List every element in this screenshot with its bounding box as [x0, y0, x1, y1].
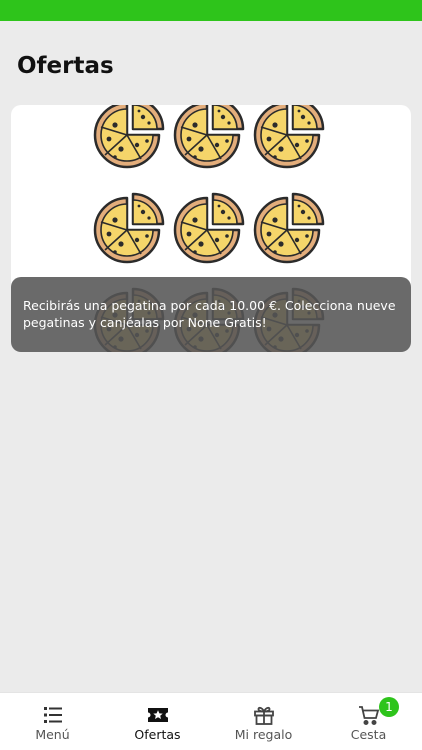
ticket-star-icon: [147, 708, 168, 722]
pizza-icon: [173, 192, 245, 264]
status-bar: [0, 0, 422, 21]
pizza-icon: [253, 105, 325, 169]
tab-label: Cesta: [350, 727, 387, 742]
tab-gift[interactable]: Mi regalo: [211, 693, 316, 750]
cart-count-badge: 1: [379, 697, 399, 717]
tab-label: Menú: [35, 727, 70, 742]
gift-icon: [253, 706, 274, 725]
tab-label: Mi regalo: [234, 727, 293, 742]
tab-cart[interactable]: 1 Cesta: [316, 693, 421, 750]
page-title: Ofertas: [17, 53, 114, 79]
offer-message-overlay: Recibirás una pegatina por cada 10.00 €.…: [11, 277, 411, 352]
tab-offers[interactable]: Ofertas: [105, 693, 210, 750]
list-icon: [43, 707, 62, 723]
tab-label: Ofertas: [134, 727, 181, 742]
pizza-icon: [93, 192, 165, 264]
cart-icon: [358, 706, 379, 725]
offer-message: Recibirás una pegatina por cada 10.00 €.…: [23, 298, 396, 330]
pizza-icon: [253, 192, 325, 264]
tab-menu[interactable]: Menú: [0, 693, 105, 750]
pizza-icon: [173, 105, 245, 169]
pizza-icon: [93, 105, 165, 169]
tab-bar: Menú Ofertas Mi regalo 1 Cesta: [0, 692, 422, 750]
